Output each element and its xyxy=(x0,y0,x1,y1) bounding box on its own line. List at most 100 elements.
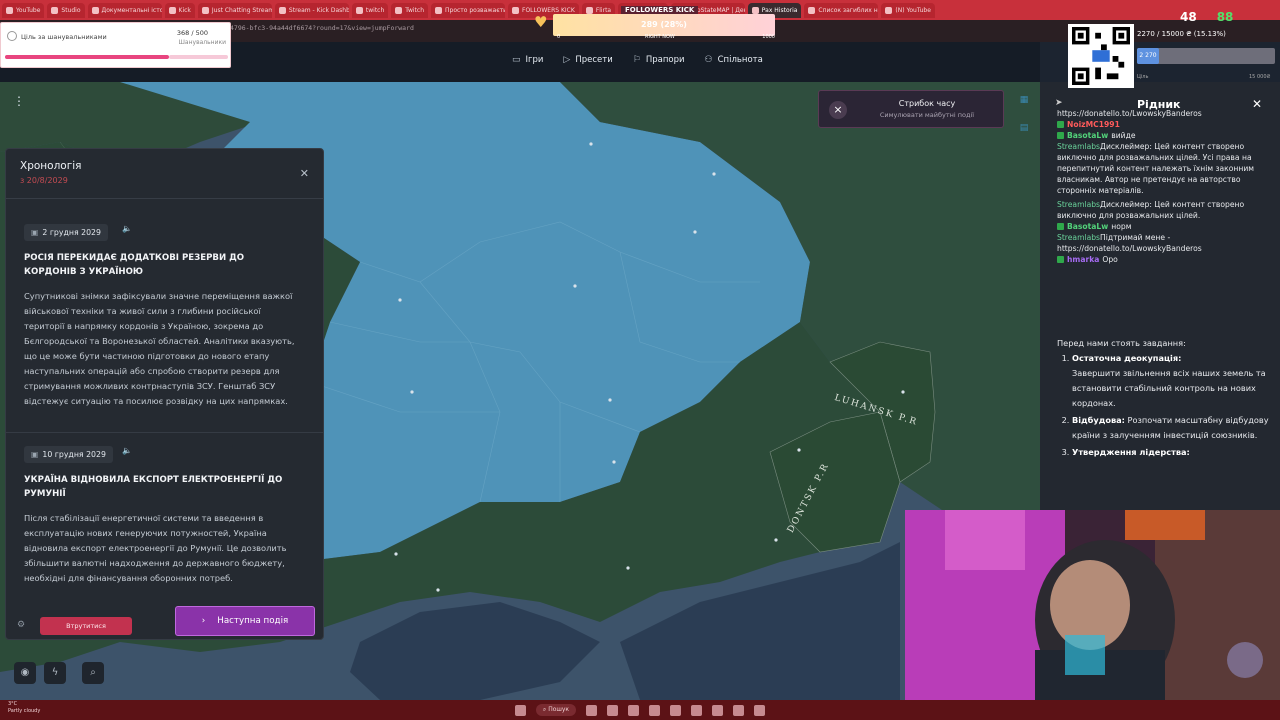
telegram-icon[interactable] xyxy=(670,704,682,716)
chronology-date: з 20/8/2029 xyxy=(20,176,68,185)
speech-item-title: Утвердження лідерства: xyxy=(1072,447,1190,457)
nav-presets[interactable]: ▷ Пресети xyxy=(563,55,612,65)
taskbar-search[interactable]: ⌕ Пошук xyxy=(535,704,577,716)
chronology-header: Хронологія з 20/8/2029 ✕ xyxy=(6,149,323,199)
obs-icon[interactable] xyxy=(754,704,766,716)
chat-message: hmarka Оро xyxy=(1057,254,1275,265)
chat-speech: Перед нами стоять завдання: Остаточна де… xyxy=(1057,336,1275,462)
tab-favicon-icon xyxy=(512,6,519,14)
event-divider xyxy=(5,432,324,433)
nav-community[interactable]: ⚇ Спільнота xyxy=(705,55,763,65)
speaker-icon[interactable]: 🔈 xyxy=(122,224,132,233)
followers-mid: RIGHT NOW xyxy=(645,34,675,40)
layers-icon[interactable]: ▦ xyxy=(1016,92,1032,108)
browser-tab[interactable]: Studio xyxy=(47,2,85,18)
intervene-label: Втрутитися xyxy=(66,622,106,630)
tab-favicon-icon xyxy=(395,6,403,14)
app-icon[interactable] xyxy=(691,704,703,716)
calendar-icon: ▣ xyxy=(31,228,39,237)
speech-item: Остаточна деокупація: Завершити звільненн… xyxy=(1072,351,1275,411)
goal-progress-track xyxy=(169,55,228,59)
goal-label: Ціль за шанувальниками xyxy=(21,33,107,41)
fan-goal-widget: Ціль за шанувальниками 368 / 500 Шанувал… xyxy=(0,22,231,68)
tab-favicon-icon xyxy=(355,6,363,14)
browser-tab[interactable]: YouTube xyxy=(2,2,45,18)
chat-message: StreamlabsДисклеймер: Цей контент створе… xyxy=(1057,141,1275,196)
weather-widget[interactable]: 3°C Partly cloudy xyxy=(8,701,40,715)
chat-message: BasotaLw вийде xyxy=(1057,130,1275,141)
speaker-icon[interactable]: 🔈 xyxy=(122,446,132,455)
chat-message: BasotaLw норм xyxy=(1057,221,1275,232)
settings-icon[interactable]: ⚙ xyxy=(17,620,25,630)
map-controls: ▦ ▤ xyxy=(1016,92,1032,136)
badge-icon xyxy=(1057,256,1064,263)
viewers-count: 48 xyxy=(1180,10,1197,24)
browser-tab[interactable]: Документальні історії xyxy=(87,2,162,18)
chat-message: NoizMC1991 xyxy=(1057,119,1275,130)
chat-message: StreamlabsДисклеймер: Цей контент створе… xyxy=(1057,199,1275,221)
nav-games[interactable]: ▭ Ігри xyxy=(512,55,543,65)
chat-user: NoizMC1991 xyxy=(1067,120,1120,129)
map-menu-button[interactable]: ⋮ xyxy=(8,90,30,112)
edge-icon[interactable] xyxy=(628,704,640,716)
followers-widget: FOLLOWERS KICK 289 (28%) 0 RIGHT NOW 100… xyxy=(553,6,775,40)
tab-label: twitch xyxy=(365,6,385,14)
chat-message: StreamlabsПідтримай мене - https://donat… xyxy=(1057,232,1275,254)
play-icon: ▷ xyxy=(563,55,571,65)
close-icon[interactable]: ✕ xyxy=(300,167,309,180)
jump-close-button[interactable]: × xyxy=(829,101,847,119)
chat-text: норм xyxy=(1111,222,1132,231)
send-icon[interactable]: ➤ xyxy=(1055,98,1063,108)
chat-user: BasotaLw xyxy=(1067,131,1109,140)
calendar-icon: ▣ xyxy=(31,450,39,459)
chat-bubble-icon[interactable]: ◉ xyxy=(14,662,36,684)
browser-tab[interactable]: (N) YouTube xyxy=(881,2,935,18)
windows-start-icon[interactable] xyxy=(514,704,526,716)
chat-user: Streamlabs xyxy=(1057,200,1101,209)
folder-icon[interactable] xyxy=(607,704,619,716)
browser-tab[interactable]: Просто розважається в чат xyxy=(431,2,505,18)
intervene-button[interactable]: Втрутитися xyxy=(40,617,132,635)
browser-tab[interactable]: Twitch xyxy=(391,2,428,18)
tab-favicon-icon xyxy=(91,6,99,14)
browser-tab[interactable]: Kick xyxy=(164,2,195,18)
chat-link[interactable]: https://donatello.to/LwowskyBanderos xyxy=(1057,108,1275,119)
donation-sub-right: 15 000₴ xyxy=(1249,74,1271,80)
nav-presets-label: Пресети xyxy=(575,55,613,65)
goal-progress-fill xyxy=(5,55,170,59)
tab-favicon-icon xyxy=(435,6,442,14)
search-icon[interactable]: ⌕ xyxy=(82,662,104,684)
taskbar: ⌕ Пошук xyxy=(0,700,1280,720)
browser-tab[interactable]: Stream - Kick Dashboard xyxy=(274,2,349,18)
speech-item-text: Завершити звільнення всіх наших земель т… xyxy=(1072,368,1266,408)
address-text[interactable]: 4796-bfc3-94a44df6674?round=17&view=jump… xyxy=(230,24,414,32)
browser-tab[interactable]: Список загиблих на війні xyxy=(804,2,879,18)
browser-tab[interactable]: Just Chatting Streaming xyxy=(197,2,272,18)
followers-min: 0 xyxy=(557,34,561,40)
badge-icon xyxy=(1057,132,1064,139)
lightning-icon[interactable]: ϟ xyxy=(44,662,66,684)
tab-label: Документальні історії xyxy=(101,6,162,14)
browser-tab[interactable]: twitch xyxy=(351,2,389,18)
nav-flags[interactable]: ⚐ Прапори xyxy=(633,55,685,65)
jump-subtitle: Симулювати майбутні події xyxy=(879,111,975,119)
next-event-button[interactable]: › Наступна подія xyxy=(175,606,315,636)
nav-games-label: Ігри xyxy=(525,55,544,65)
chrome-icon[interactable] xyxy=(712,704,724,716)
chat-user: hmarka xyxy=(1067,255,1100,264)
tab-favicon-icon xyxy=(201,6,209,14)
app-nav-links: ▭ Ігри ▷ Пресети ⚐ Прапори ⚇ Спільнота xyxy=(512,55,763,65)
tab-label: Just Chatting Streaming xyxy=(211,6,272,14)
goal-count: 368 / 500 xyxy=(176,29,208,37)
event-date: 10 грудня 2029 xyxy=(42,450,106,459)
speech-list: Остаточна деокупація: Завершити звільненн… xyxy=(1057,351,1275,460)
gamepad-icon: ▭ xyxy=(512,55,521,65)
chat-text: Оро xyxy=(1102,255,1118,264)
stream-stats: 48 88 xyxy=(1180,10,1233,24)
task-view-icon[interactable] xyxy=(586,704,598,716)
firefox-icon[interactable] xyxy=(649,704,661,716)
timeline-icon[interactable]: ▤ xyxy=(1016,120,1032,136)
steam-icon[interactable] xyxy=(733,704,745,716)
donation-sub-left: Ціль xyxy=(1137,74,1149,80)
tab-favicon-icon xyxy=(51,6,59,14)
